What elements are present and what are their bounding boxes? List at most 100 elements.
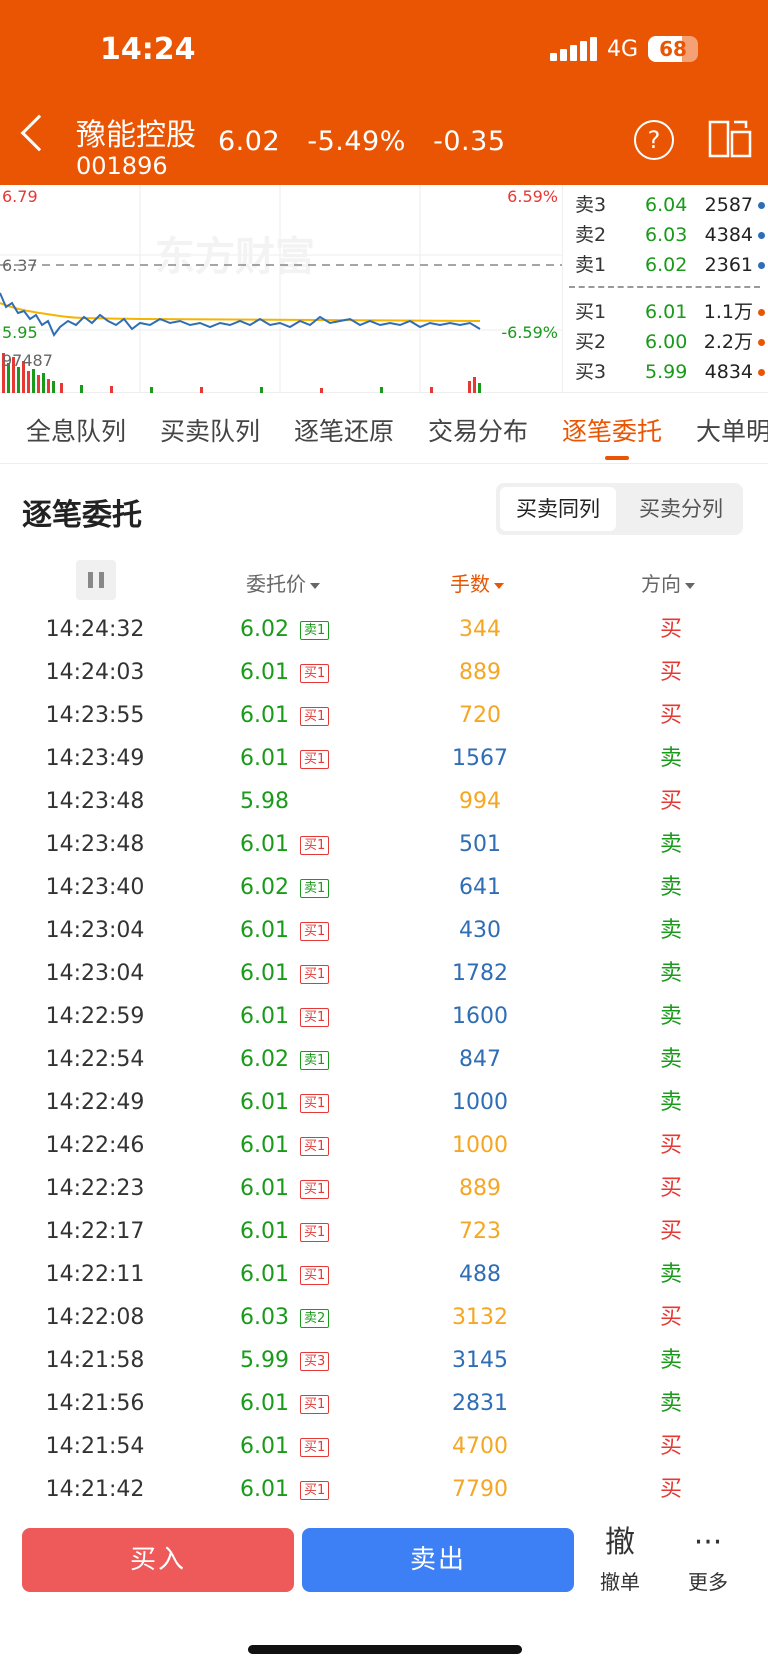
tick-row[interactable]: 14:22:08 6.03 卖2 3132 买 (0, 1296, 768, 1339)
toggle-split-column[interactable]: 买卖分列 (623, 487, 739, 531)
tick-level-badge: 买1 (300, 750, 330, 769)
tab-tick-orders[interactable]: 逐笔委托 (562, 412, 662, 448)
sort-caret-icon (685, 582, 695, 589)
buy-dot-icon (758, 339, 765, 346)
stock-price: 6.02 (218, 126, 281, 157)
toggle-same-column[interactable]: 买卖同列 (500, 487, 616, 531)
cancel-label: 撤单 (600, 1570, 640, 1594)
tick-row[interactable]: 14:22:59 6.01 买1 1600 卖 (0, 995, 768, 1038)
tab-buy-sell-queue[interactable]: 买卖队列 (160, 412, 260, 448)
tick-row[interactable]: 14:22:23 6.01 买1 889 买 (0, 1167, 768, 1210)
tick-price: 6.01 (240, 1133, 289, 1158)
more-button[interactable]: ··· 更多 (668, 1520, 748, 1595)
sell-button[interactable]: 卖出 (302, 1528, 574, 1592)
ob-price: 6.02 (645, 254, 688, 276)
tick-direction: 买 (659, 1477, 682, 1502)
tick-row[interactable]: 14:24:32 6.02 卖1 344 买 (0, 608, 768, 651)
more-icon: ··· (693, 1525, 723, 1560)
orderbook-sell-2: 卖2 6.03 4384 (569, 220, 765, 250)
tick-row[interactable]: 14:24:03 6.01 买1 889 买 (0, 651, 768, 694)
back-icon[interactable] (20, 114, 58, 152)
col-volume-header[interactable]: 手数 (450, 568, 504, 597)
ob-label: 卖3 (575, 194, 607, 216)
landscape-switch-icon[interactable] (708, 120, 752, 160)
tab-large-orders[interactable]: 大单明 (696, 412, 768, 448)
tick-level-badge: 卖1 (300, 621, 330, 640)
tick-level-badge: 买1 (300, 1223, 330, 1242)
tick-row[interactable]: 14:22:46 6.01 买1 1000 买 (0, 1124, 768, 1167)
tick-price: 6.01 (240, 1477, 289, 1502)
tick-row[interactable]: 14:21:42 6.01 买1 7790 买 (0, 1468, 768, 1511)
tick-row[interactable]: 14:23:04 6.01 买1 430 卖 (0, 909, 768, 952)
signal-icon (549, 37, 597, 61)
tick-level-badge: 买1 (300, 836, 330, 855)
tick-price: 5.98 (240, 789, 289, 814)
tab-trade-distribution[interactable]: 交易分布 (428, 412, 528, 448)
ob-label: 卖2 (575, 224, 607, 246)
tick-price: 6.01 (240, 1262, 289, 1287)
tick-time: 14:21:56 (45, 1391, 145, 1416)
sell-dot-icon (758, 262, 765, 269)
tick-price: 6.01 (240, 703, 289, 728)
tick-price: 6.03 (240, 1305, 289, 1330)
tick-price: 6.01 (240, 1219, 289, 1244)
ob-price: 6.00 (645, 331, 688, 353)
tick-list[interactable]: 14:24:32 6.02 卖1 344 买 14:24:03 6.01 买1 889 买 14:2… (0, 608, 768, 1511)
intraday-chart[interactable]: 东方财富 6.79 6.59% 6.37 5.95 -6.59% 97487 (0, 185, 562, 393)
stock-change-pct: -5.49% (307, 126, 406, 157)
chart-low-pct: -6.59% (501, 323, 558, 342)
ob-volume: 2587 (704, 194, 753, 216)
tick-row[interactable]: 14:22:11 6.01 买1 488 卖 (0, 1253, 768, 1296)
tick-direction: 买 (659, 1176, 682, 1201)
tick-time: 14:24:03 (45, 660, 145, 685)
tick-time: 14:22:49 (45, 1090, 145, 1115)
help-icon[interactable]: ? (634, 120, 674, 160)
tick-row[interactable]: 14:23:40 6.02 卖1 641 卖 (0, 866, 768, 909)
tick-time: 14:23:48 (45, 789, 145, 814)
app-header: 14:24 4G 68 豫能控股 001896 6.02 -5.49% -0.3… (0, 0, 768, 185)
tick-time: 14:23:48 (45, 832, 145, 857)
tick-direction: 买 (659, 703, 682, 728)
tick-row[interactable]: 14:23:04 6.01 买1 1782 卖 (0, 952, 768, 995)
tick-row[interactable]: 14:23:49 6.01 买1 1567 卖 (0, 737, 768, 780)
tick-direction: 买 (659, 1219, 682, 1244)
buy-button[interactable]: 买入 (22, 1528, 294, 1592)
tick-row[interactable]: 14:22:17 6.01 买1 723 买 (0, 1210, 768, 1253)
quote-panel: 东方财富 6.79 6.59% 6.37 5.95 -6.59% 97487 卖… (0, 185, 768, 393)
tick-volume: 720 (459, 703, 501, 728)
col-direction-header[interactable]: 方向 (641, 568, 695, 597)
tick-level-badge: 买1 (300, 922, 330, 941)
orderbook[interactable]: 卖3 6.04 2587 卖2 6.03 4384 卖1 6.02 2361 买… (562, 185, 768, 393)
tick-price: 5.99 (240, 1348, 289, 1373)
tab-tick-restore[interactable]: 逐笔还原 (294, 412, 394, 448)
tick-volume: 1567 (452, 746, 508, 771)
orderbook-sell-1: 卖1 6.02 2361 (569, 250, 765, 280)
col-price-header[interactable]: 委托价 (246, 568, 320, 597)
cancel-order-button[interactable]: 撤 撤单 (580, 1520, 660, 1595)
tick-row[interactable]: 14:21:56 6.01 买1 2831 卖 (0, 1382, 768, 1425)
tick-direction: 卖 (659, 961, 682, 986)
tick-row[interactable]: 14:23:48 6.01 买1 501 卖 (0, 823, 768, 866)
tick-row[interactable]: 14:23:55 6.01 买1 720 买 (0, 694, 768, 737)
tick-volume: 1600 (452, 1004, 508, 1029)
tick-row[interactable]: 14:22:54 6.02 卖1 847 卖 (0, 1038, 768, 1081)
tick-price: 6.01 (240, 746, 289, 771)
tick-level-badge: 买1 (300, 1438, 330, 1457)
buy-dot-icon (758, 369, 765, 376)
tab-full-queue[interactable]: 全息队列 (26, 412, 126, 448)
tick-row[interactable]: 14:21:58 5.99 买3 3145 卖 (0, 1339, 768, 1382)
tick-time: 14:22:23 (45, 1176, 145, 1201)
tick-direction: 卖 (659, 1391, 682, 1416)
tick-row[interactable]: 14:21:54 6.01 买1 4700 买 (0, 1425, 768, 1468)
pause-button[interactable] (76, 560, 116, 600)
tick-direction: 买 (659, 1305, 682, 1330)
tick-row[interactable]: 14:23:48 5.98 994 买 (0, 780, 768, 823)
tick-volume: 430 (459, 918, 501, 943)
col-volume-label: 手数 (450, 572, 490, 596)
tick-price: 6.01 (240, 1391, 289, 1416)
tick-time: 14:22:17 (45, 1219, 145, 1244)
tick-row[interactable]: 14:22:49 6.01 买1 1000 卖 (0, 1081, 768, 1124)
orderbook-divider (569, 286, 760, 288)
tick-price: 6.02 (240, 617, 289, 642)
orderbook-buy-3: 买3 5.99 4834 (569, 357, 765, 387)
